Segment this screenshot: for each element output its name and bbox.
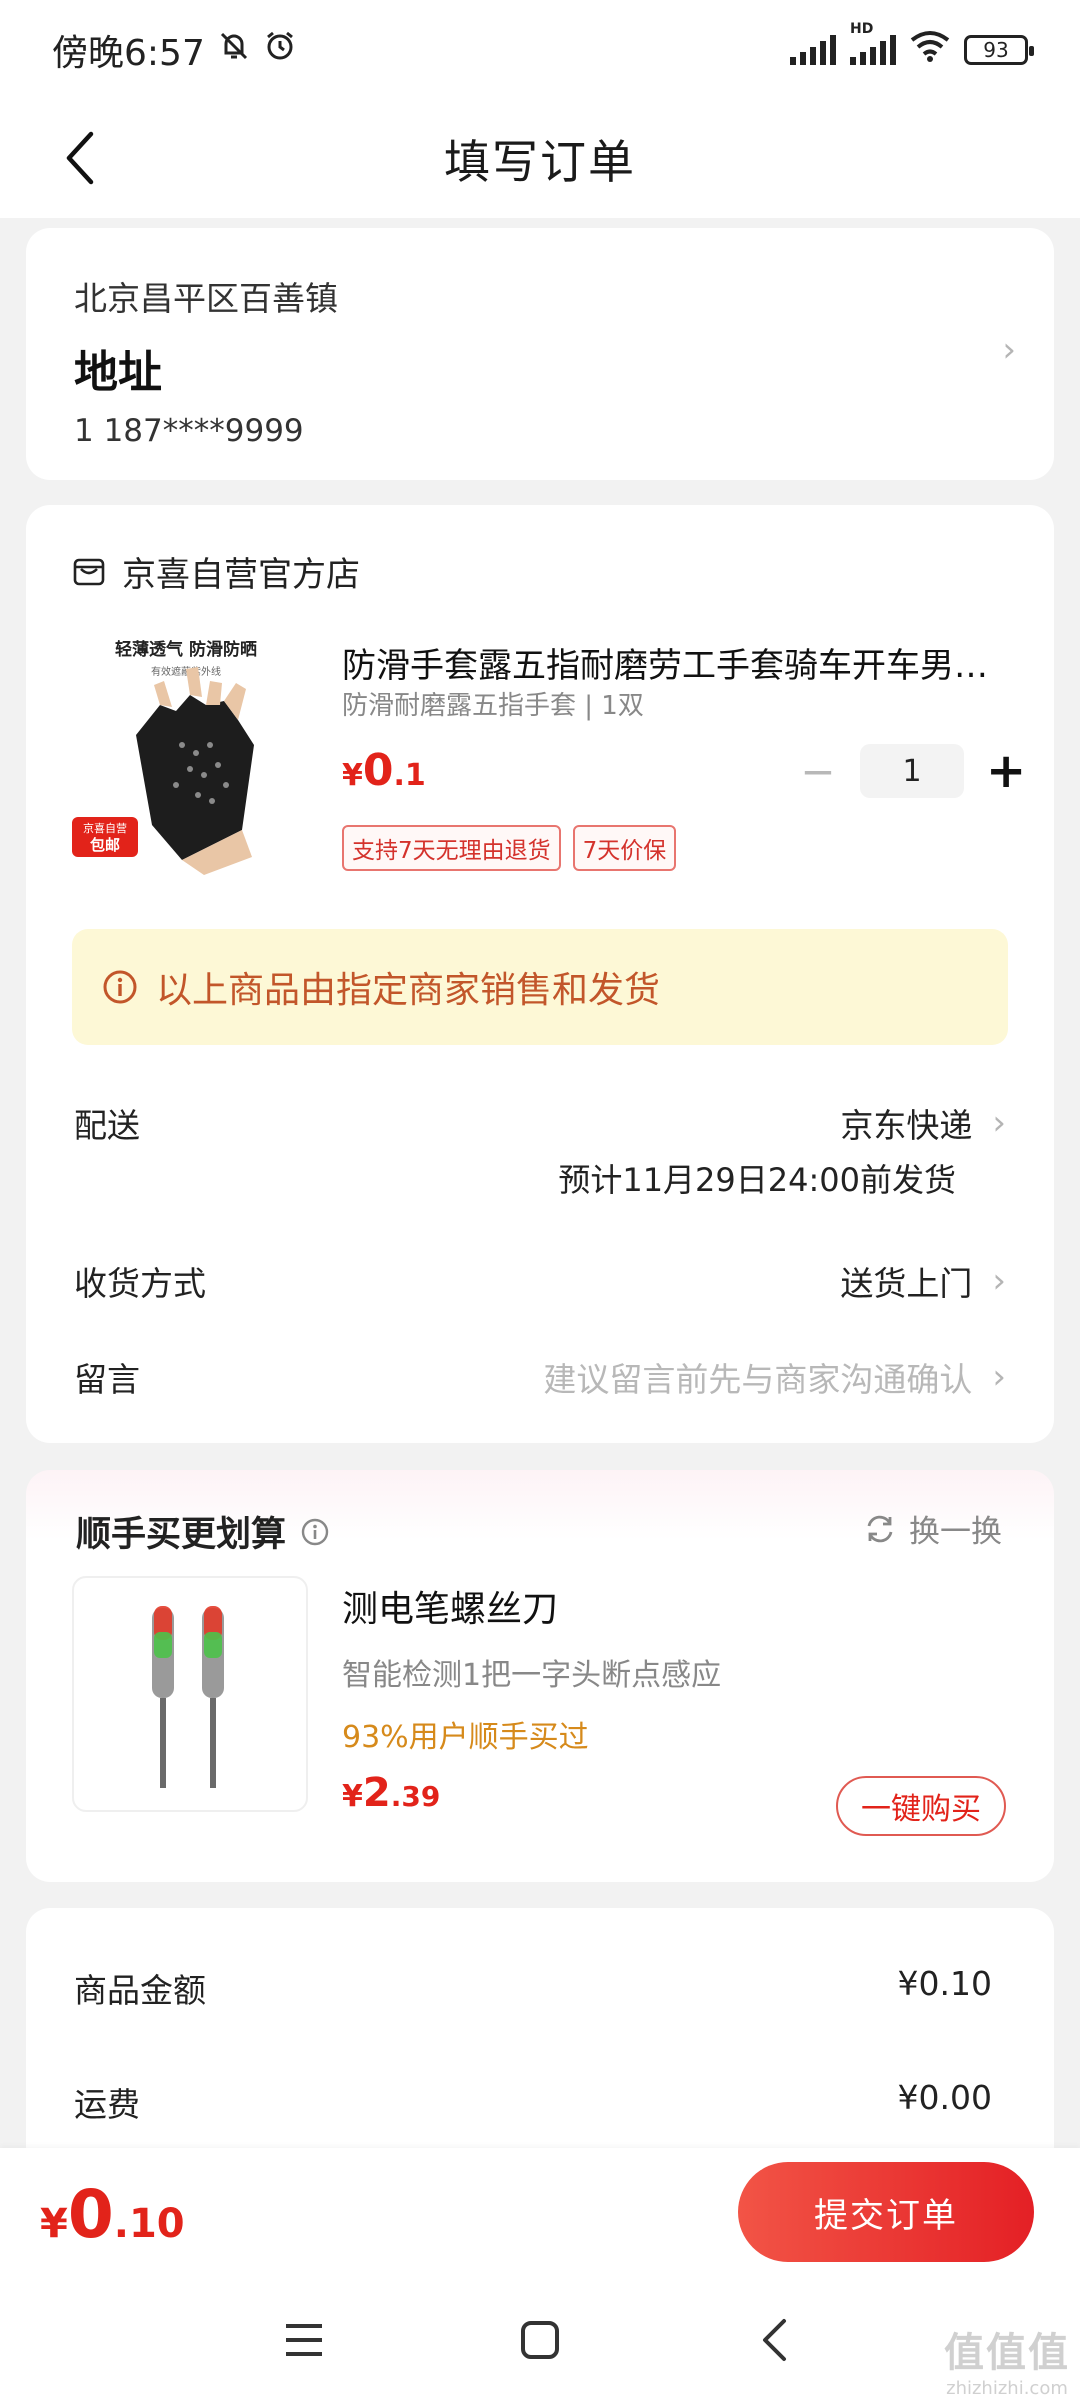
price-currency: ¥	[342, 1779, 363, 1814]
message-input[interactable]: 建议留言前先与商家沟通确认 ›	[543, 1353, 1006, 1401]
battery-level: 93	[983, 38, 1009, 62]
watermark-text: 值值值	[944, 2330, 1070, 2376]
price-decimal: .39	[390, 1780, 441, 1813]
recommend-desc: 智能检测1把一字头断点感应	[342, 1658, 722, 1693]
alarm-icon	[263, 29, 297, 72]
nav-bar: 填写订单	[0, 100, 1080, 218]
store-card: 京喜自营官方店 轻薄透气 防滑防晒 有效遮蔽紫外线 京喜自营 包邮 防滑手套露五…	[26, 505, 1054, 1443]
image-caption-sub: 有效遮蔽紫外线	[151, 665, 221, 678]
recommend-card: 顺手买更划算 换一换 测电笔螺丝刀 智能检测1把一字头断点感应 93%用户顺手买…	[26, 1470, 1054, 1882]
quantity-input[interactable]: 1	[860, 744, 964, 798]
back-arrow-icon	[763, 2319, 786, 2361]
delivery-value-wrap: 京东快递 ›	[840, 1099, 1006, 1147]
increase-button[interactable]: +	[986, 743, 1026, 799]
total-integer: 0	[67, 2176, 114, 2253]
badge-top-text: 京喜自营	[83, 821, 127, 835]
total-currency: ¥	[40, 2201, 68, 2247]
chevron-right-icon: ›	[1002, 330, 1016, 370]
chevron-right-icon: ›	[992, 1261, 1006, 1301]
receive-value-wrap: 送货上门 ›	[840, 1257, 1006, 1305]
recommend-price: ¥2.39	[342, 1770, 440, 1816]
wifi-icon	[910, 30, 950, 71]
signal-hd-icon: HD	[850, 21, 896, 65]
goods-amount-label: 商品金额	[74, 1971, 206, 2010]
shipping-value: ¥0.00	[897, 2078, 992, 2117]
tag-return: 支持7天无理由退货	[342, 825, 561, 871]
recommend-header: 顺手买更划算	[76, 1506, 330, 1557]
watermark: 值值值 zhizhizhi.com	[944, 2320, 1070, 2399]
recommend-image[interactable]	[72, 1576, 308, 1812]
system-back-button[interactable]	[744, 2310, 804, 2370]
delivery-estimate: 预计11月29日24:00前发货	[558, 1161, 956, 1199]
mute-bell-icon	[217, 29, 251, 72]
home-square-icon	[521, 2321, 559, 2359]
address-card[interactable]: 北京昌平区百善镇 地址 1 187****9999 ›	[26, 228, 1054, 480]
store-header[interactable]: 京喜自营官方店	[72, 547, 360, 596]
info-icon	[103, 970, 137, 1004]
decrease-button[interactable]: −	[798, 747, 838, 796]
swap-button[interactable]: 换一换	[863, 1506, 1002, 1551]
tag-price-protect: 7天价保	[572, 825, 677, 871]
product-title[interactable]: 防滑手套露五指耐磨劳工手套骑车开车男…	[342, 638, 1014, 687]
goods-amount-value: ¥0.10	[897, 1964, 992, 2003]
submit-bar: ¥0.10 提交订单	[0, 2148, 1080, 2280]
shipping-row: 运费 ¥0.00	[74, 2078, 992, 2126]
badge-bottom-text: 包邮	[90, 836, 120, 854]
chevron-right-icon: ›	[992, 1357, 1006, 1397]
one-click-buy-button[interactable]: 一键购买	[836, 1776, 1006, 1836]
product-price: ¥0.1	[342, 745, 426, 796]
menu-button[interactable]	[274, 2310, 334, 2370]
battery-indicator: 93	[964, 35, 1034, 65]
signal-icon	[790, 35, 836, 65]
swap-label: 换一换	[909, 1514, 1002, 1550]
quantity-stepper: − 1 +	[798, 743, 1026, 799]
recommend-title: 顺手买更划算	[76, 1515, 287, 1555]
page-title: 填写订单	[444, 135, 636, 189]
goods-amount-row: 商品金额 ¥0.10	[74, 1964, 992, 2012]
store-name: 京喜自营官方店	[122, 555, 360, 595]
notice-text: 以上商品由指定商家销售和发货	[156, 970, 661, 1011]
product-image[interactable]: 轻薄透气 防滑防晒 有效遮蔽紫外线 京喜自营 包邮	[72, 625, 300, 875]
seller-notice: 以上商品由指定商家销售和发货	[72, 929, 1008, 1045]
delivery-value: 京东快递	[840, 1106, 973, 1145]
address-contact: 1 187****9999	[74, 413, 304, 449]
receive-method-row[interactable]: 收货方式 送货上门 ›	[74, 1257, 1006, 1307]
image-caption-top: 轻薄透气 防滑防晒	[115, 639, 257, 660]
product-spec: 防滑耐磨露五指手套 | 1双	[342, 691, 644, 721]
address-detail: 地址	[74, 347, 162, 398]
status-time: 傍晚6:57	[52, 33, 205, 74]
submit-order-button[interactable]: 提交订单	[738, 2162, 1034, 2262]
home-button[interactable]	[510, 2310, 570, 2370]
chevron-left-icon	[66, 131, 94, 185]
watermark-url: zhizhizhi.com	[946, 2378, 1068, 2399]
store-icon	[73, 558, 105, 585]
refresh-icon	[867, 1515, 893, 1542]
price-decimal: .1	[393, 758, 426, 793]
address-region: 北京昌平区百善镇	[74, 279, 338, 318]
price-currency: ¥	[342, 758, 363, 793]
delivery-row[interactable]: 配送 京东快递 › 预计11月29日24:00前发货	[74, 1099, 1006, 1199]
receive-value: 送货上门	[840, 1264, 973, 1303]
price-integer: 0	[362, 745, 394, 796]
message-row[interactable]: 留言 建议留言前先与商家沟通确认 ›	[74, 1353, 1006, 1403]
info-icon[interactable]	[300, 1517, 330, 1547]
menu-icon	[286, 2324, 322, 2356]
price-integer: 2	[362, 1770, 391, 1816]
recommend-name[interactable]: 测电笔螺丝刀	[342, 1580, 558, 1632]
receive-label: 收货方式	[74, 1264, 206, 1303]
recommend-stat: 93%用户顺手买过	[342, 1720, 589, 1755]
message-placeholder: 建议留言前先与商家沟通确认	[543, 1360, 973, 1399]
hd-label: HD	[850, 21, 874, 37]
chevron-right-icon: ›	[992, 1103, 1006, 1143]
total-price: ¥0.10	[40, 2176, 185, 2253]
total-decimal: .10	[113, 2201, 185, 2247]
status-bar: 傍晚6:57 HD 93	[0, 0, 1080, 100]
message-label: 留言	[74, 1360, 140, 1399]
back-button[interactable]	[50, 128, 110, 188]
service-tags: 支持7天无理由退货 7天价保	[342, 825, 677, 871]
shipping-label: 运费	[74, 2085, 140, 2124]
delivery-label: 配送	[74, 1106, 140, 1145]
system-nav-bar	[0, 2280, 1080, 2400]
